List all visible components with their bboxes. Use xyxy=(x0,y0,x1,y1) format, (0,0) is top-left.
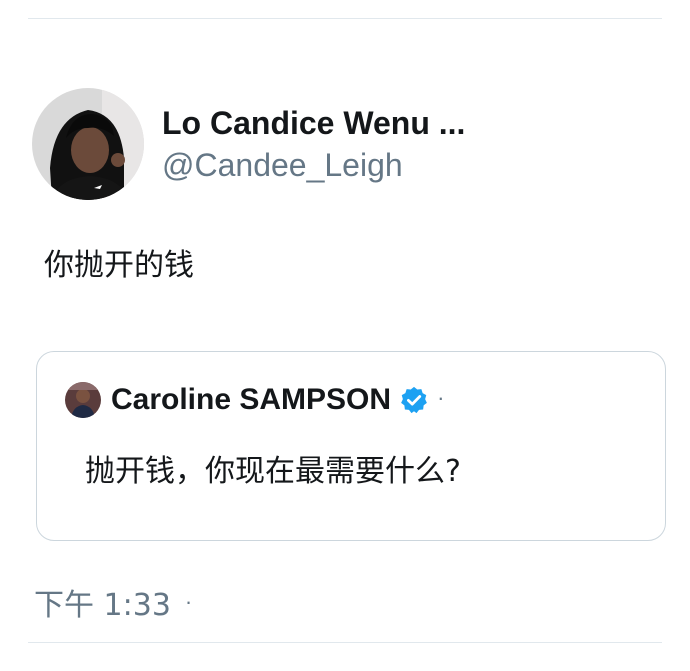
quoted-tweet-card[interactable]: Caroline SAMPSON · 抛开钱，你现在最需要什么? xyxy=(36,351,666,541)
tweet-author[interactable]: Lo Candice Wenu ... @Candee_Leigh xyxy=(32,86,465,202)
quoted-tweet-header: Caroline SAMPSON · xyxy=(65,380,444,420)
author-avatar[interactable] xyxy=(32,88,144,200)
quoted-author-avatar[interactable] xyxy=(65,382,101,418)
tweet-timestamp[interactable]: 下午 1:33 xyxy=(34,580,171,624)
avatar-photo-icon xyxy=(32,88,144,200)
author-handle[interactable]: @Candee_Leigh xyxy=(162,145,465,185)
bottom-divider xyxy=(28,642,662,643)
author-display-name[interactable]: Lo Candice Wenu ... xyxy=(162,103,465,143)
quoted-tweet-text: 抛开钱，你现在最需要什么? xyxy=(85,454,461,489)
quoted-separator: · xyxy=(437,385,445,410)
tweet-meta: 下午 1:33 · xyxy=(34,580,192,624)
tweet-text: 你抛开的钱 xyxy=(44,248,194,283)
quoted-avatar-photo-icon xyxy=(65,382,101,418)
meta-separator: · xyxy=(184,589,193,614)
quoted-author-name[interactable]: Caroline SAMPSON xyxy=(111,383,391,417)
top-divider xyxy=(28,18,662,19)
verified-badge-icon xyxy=(401,386,427,414)
